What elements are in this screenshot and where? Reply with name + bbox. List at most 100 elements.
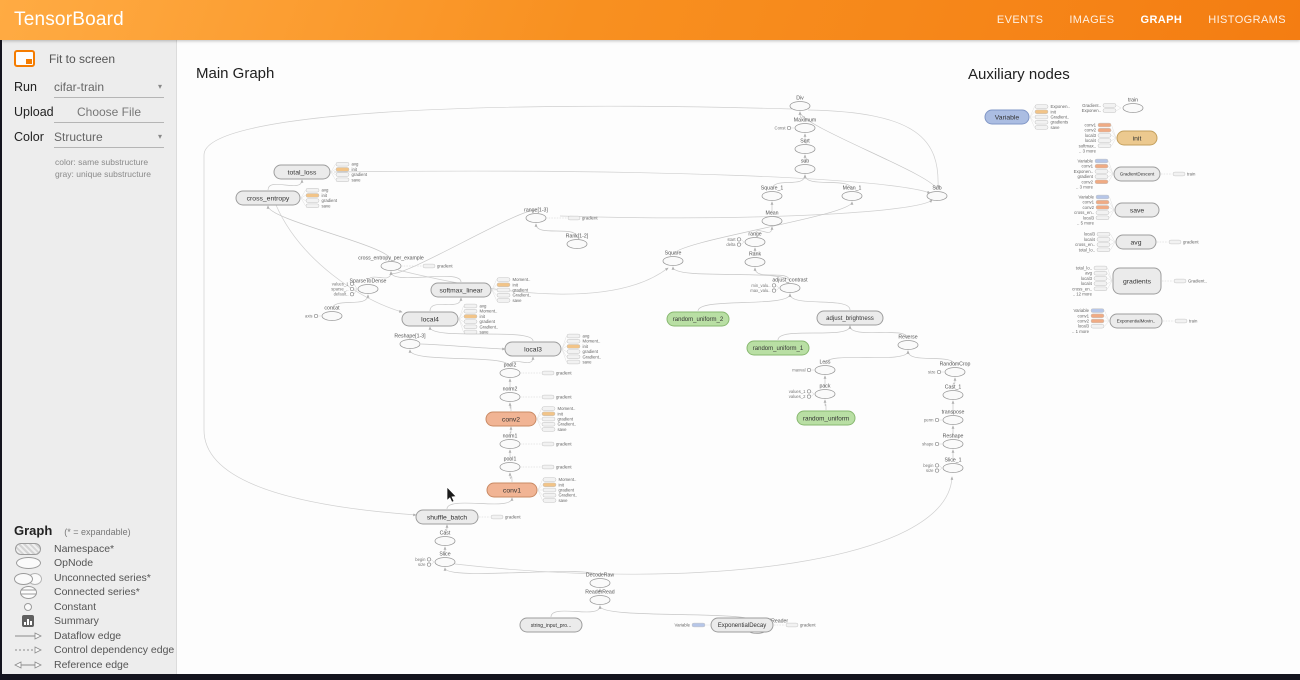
graph-node-cast1[interactable]: Cast_1 [943,385,963,400]
svg-text:.. 1 more: .. 1 more [1072,329,1090,334]
tab-histograms[interactable]: HISTOGRAMS [1208,14,1286,26]
graph-node-slice[interactable]: Slicebeginsize [415,552,455,568]
graph-node-shuffle_batch[interactable]: shuffle_batchgradient [416,510,521,524]
svg-text:random_uniform: random_uniform [803,415,849,422]
main-graph-canvas[interactable]: total_lossavginitgradientsave cross_entro… [0,40,1300,680]
graph-node-avg_aux[interactable]: avglocal3local4cross_en..total_lo..gradi… [1075,232,1199,253]
svg-text:.. 5 more: .. 5 more [1077,221,1095,226]
graph-node-pack[interactable]: packvalues_1values_2 [789,384,835,400]
svg-text:conv1: conv1 [503,487,521,494]
graph-node-sparsetodense[interactable]: SparseToDensevalues_1sparse_..default.. [331,279,386,297]
graph-node-adjust_brightness[interactable]: adjust_brightness [817,311,883,325]
svg-text:string_input_pro...: string_input_pro... [531,623,572,629]
graph-node-save_aux[interactable]: saveVariableconv1conv2cross_en..local3..… [1074,195,1159,226]
graph-node-div[interactable]: Div [790,96,810,111]
run-label: Run [14,80,54,94]
graph-node-reshape[interactable]: Reshapeshape [922,434,963,449]
legend-item-connected-series: Connected series* [0,585,176,600]
choose-file-button[interactable]: Choose File [54,105,164,123]
svg-text:ReaderRead: ReaderRead [585,590,615,596]
graph-node-local3[interactable]: local3avgMoment..initgradientGradient..s… [505,334,601,365]
graph-node-mean1[interactable]: Mean_1 [842,186,862,201]
svg-text:perm: perm [924,418,934,423]
svg-text:max_valu..: max_valu.. [750,288,770,293]
graph-node-total_loss[interactable]: total_lossavginitgradientsave [274,162,368,183]
svg-text:gradient: gradient [556,442,572,447]
graph-node-range13[interactable]: range[1-3]gradient [524,208,598,223]
graph-node-ru0[interactable]: random_uniform [797,411,855,425]
svg-text:shape: shape [922,442,934,447]
svg-text:save: save [559,498,569,503]
graph-legend: Graph (* = expandable) Namespace* OpNode… [0,523,176,673]
graph-node-conv2[interactable]: conv2Moment..initgradientGradient..save [486,406,576,432]
graph-node-concat[interactable]: concataxis [305,306,342,321]
graph-node-readerread[interactable]: ReaderRead [585,590,615,605]
tab-events[interactable]: EVENTS [997,14,1043,26]
tensorboard-app: TensorBoard EVENTS IMAGES GRAPH HISTOGRA… [0,0,1300,680]
graph-node-subcap[interactable]: Sub [927,186,947,201]
graph-node-variable_aux[interactable]: VariableExponen..initGradient..gradients… [985,104,1070,130]
graph-node-local4[interactable]: local4avgMoment..initgradientGradient..s… [402,304,498,335]
svg-text:save: save [1130,207,1145,214]
svg-text:gradient: gradient [437,264,453,269]
svg-text:.. 3 more: .. 3 more [1079,149,1097,154]
graph-node-range_w[interactable]: rangestartdelta [726,232,765,248]
svg-text:Exponen..: Exponen.. [1082,108,1101,113]
svg-text:size: size [418,562,426,567]
svg-text:Const: Const [775,126,787,131]
graph-node-square[interactable]: Square [663,251,683,266]
svg-text:save: save [583,360,593,365]
svg-text:size: size [928,370,936,375]
svg-text:Sqrt: Sqrt [800,139,810,145]
graph-node-cross_entropy[interactable]: cross_entropyavginitgradientsave [236,188,338,209]
graph-node-conv1[interactable]: conv1Moment..initgradientGradient..save [487,477,577,503]
graph-node-transpose[interactable]: transposeperm [924,410,965,425]
tab-images[interactable]: IMAGES [1069,14,1114,26]
graph-node-ru1[interactable]: random_uniform_1 [747,341,809,355]
graph-node-init_aux[interactable]: initconv1conv2local3local4softmax.... 3 … [1079,123,1157,154]
graph-node-maximum[interactable]: MaximumConst [775,118,817,133]
color-select[interactable]: Structure ▾ [54,130,164,148]
graph-node-gradients_aux[interactable]: gradientstotal_lo..avglocal3local4cross_… [1072,266,1207,297]
fit-to-screen-icon[interactable] [14,50,35,67]
graph-node-rank12[interactable]: Rank[1-2] [566,234,589,249]
run-select[interactable]: cifar-train ▾ [54,80,164,98]
svg-text:gradients: gradients [1123,278,1152,285]
graph-node-cast[interactable]: Cast [435,531,455,546]
summary-icon [22,615,34,627]
graph-node-cepe[interactable]: cross_entropy_per_examplegradient [358,256,453,271]
graph-node-ema_aux[interactable]: ExponentialMovin..Variableconv1conv2loca… [1072,308,1198,334]
graph-node-mean[interactable]: Mean [762,211,782,226]
graph-node-sqrt[interactable]: Sqrt [795,139,815,154]
graph-node-expdecay[interactable]: ExponentialDecayVariablegradient [675,618,817,632]
graph-node-square1[interactable]: Square_1 [761,186,784,201]
graph-node-pool2[interactable]: pool2gradient [500,363,572,378]
graph-node-reverse[interactable]: Reverse [898,335,918,350]
svg-text:train: train [1128,98,1138,104]
legend-item-namespace: Namespace* [0,542,176,557]
graph-node-reshape13[interactable]: Reshape[1-3] [394,334,426,349]
graph-node-sub_l[interactable]: sub [795,159,815,174]
svg-text:train: train [1189,319,1198,324]
graph-node-ru2[interactable]: random_uniform_2 [667,312,729,326]
graph-node-train_mini[interactable]: trainGradient..Exponen.. [1082,98,1143,114]
svg-text:RandomCrop: RandomCrop [940,362,971,368]
graph-node-less[interactable]: Lessmaxval [792,360,835,375]
graph-node-rank_w[interactable]: Rank [745,252,765,267]
graph-node-norm2[interactable]: norm2gradient [500,387,572,402]
graph-node-string_input[interactable]: string_input_pro... [520,618,582,632]
svg-text:adjust_brightness: adjust_brightness [826,315,874,322]
graph-node-norm1[interactable]: norm1gradient [500,434,572,449]
graph-node-decoderaw[interactable]: DecodeRaw [586,573,615,588]
svg-text:pool2: pool2 [504,363,517,369]
tab-graph[interactable]: GRAPH [1141,14,1183,26]
graph-node-adjust_contrast[interactable]: adjust_contrastmin_valu..max_valu.. [750,278,808,294]
graph-node-pool1[interactable]: pool1gradient [500,457,572,472]
svg-text:gradient: gradient [800,623,816,628]
fit-to-screen-label[interactable]: Fit to screen [49,52,115,66]
graph-node-gd_aux[interactable]: GradientDescentVariableconv1Exponen..gra… [1074,159,1196,190]
svg-text:local4: local4 [421,316,439,323]
color-label: Color [14,130,54,144]
graph-node-randomcrop[interactable]: RandomCrop size [928,362,970,377]
graph-node-slice1[interactable]: Slice_1beginsize [923,458,963,474]
